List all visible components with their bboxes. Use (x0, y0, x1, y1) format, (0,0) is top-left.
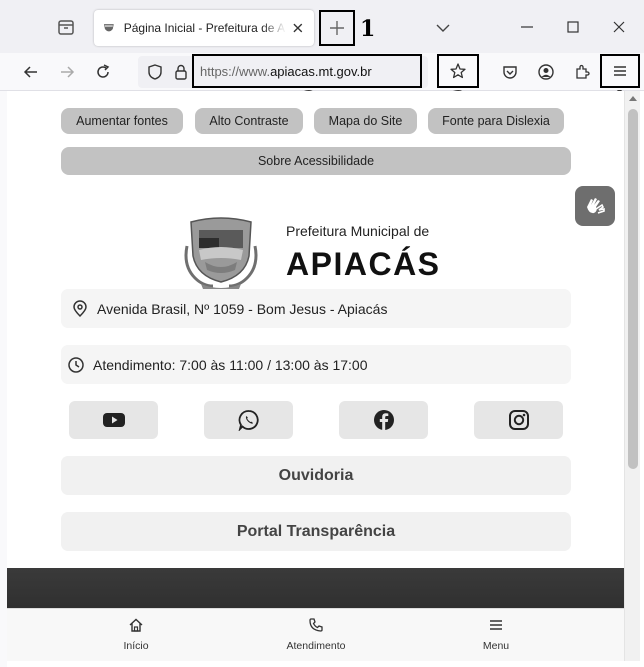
tab-title: Página Inicial - Prefeitura de Apiacás (123, 21, 287, 35)
shield-icon[interactable] (146, 63, 164, 81)
whatsapp-icon (238, 410, 259, 431)
window-frame-edge (0, 91, 7, 667)
increase-font-button[interactable]: Aumentar fontes (61, 108, 183, 134)
url-prefix: https://www. (200, 63, 271, 79)
phone-icon (309, 618, 323, 632)
url-domain: apiacas.mt.gov.br (270, 63, 372, 79)
app-menu-button[interactable] (600, 54, 640, 88)
transparency-portal-button[interactable]: Portal Transparência (61, 512, 571, 551)
instagram-button[interactable] (474, 401, 563, 439)
bottom-navigation-bar: Início Atendimento Menu (7, 608, 624, 661)
chevron-down-icon[interactable] (435, 20, 451, 36)
extensions-icon[interactable] (573, 63, 591, 81)
lock-icon[interactable] (172, 63, 190, 81)
minimize-icon[interactable] (518, 18, 536, 36)
browser-tab-active[interactable]: Página Inicial - Prefeitura de Apiacás (94, 10, 314, 46)
hours-text: Atendimento: 7:00 às 11:00 / 13:00 às 17… (93, 356, 368, 373)
org-name: APIACÁS (286, 246, 441, 282)
browser-tab-bar: Página Inicial - Prefeitura de Apiacás 1 (0, 0, 644, 53)
bottom-nav-menu-label: Menu (482, 640, 510, 652)
close-icon[interactable] (290, 20, 306, 36)
vlibras-button[interactable] (575, 186, 615, 226)
org-subtitle: Prefeitura Municipal de (286, 223, 430, 239)
ouvidoria-button[interactable]: Ouvidoria (61, 456, 571, 495)
plus-icon (330, 21, 344, 35)
url-field[interactable]: https://www. apiacas.mt.gov.br (192, 54, 422, 88)
bottom-nav-atendimento[interactable]: Atendimento (266, 617, 366, 652)
facebook-button[interactable] (339, 401, 428, 439)
address-text: Avenida Brasil, Nº 1059 - Bom Jesus - Ap… (97, 300, 388, 317)
home-icon (129, 618, 143, 632)
account-icon[interactable] (537, 63, 555, 81)
bottom-nav-home[interactable]: Início (86, 617, 186, 652)
browser-toolbar: https://www.apiacas.mt.gov.br 2 3 4 (0, 53, 644, 113)
forward-arrow-icon[interactable] (58, 63, 76, 81)
window-close-icon[interactable] (610, 18, 628, 36)
pocket-icon[interactable] (501, 63, 519, 81)
site-favicon (103, 24, 114, 32)
reload-icon[interactable] (94, 63, 112, 81)
sign-language-hands-icon (587, 198, 605, 214)
site-map-button[interactable]: Mapa do Site (314, 108, 417, 134)
scroll-up-arrow-icon[interactable] (629, 96, 637, 101)
bottom-nav-menu[interactable]: Menu (446, 617, 546, 652)
page-scrollbar[interactable] (624, 91, 640, 661)
page-viewport: Aumentar fontes Alto Contraste Mapa do S… (7, 91, 624, 661)
back-arrow-icon[interactable] (22, 63, 40, 81)
bottom-nav-home-label: Início (123, 640, 149, 652)
address-card: Avenida Brasil, Nº 1059 - Bom Jesus - Ap… (61, 289, 571, 328)
bookmark-star-button[interactable] (437, 54, 479, 88)
dyslexia-font-button[interactable]: Fonte para Dislexia (428, 108, 564, 134)
bottom-nav-atendimento-label: Atendimento (286, 640, 346, 652)
facebook-icon (373, 410, 394, 430)
new-tab-button[interactable] (319, 10, 355, 46)
youtube-button[interactable] (69, 401, 158, 439)
menu-icon (490, 620, 502, 630)
hamburger-menu-icon (614, 66, 626, 76)
location-pin-icon (73, 299, 87, 317)
clock-icon (68, 356, 84, 373)
callout-number-1: 1 (360, 16, 376, 42)
about-accessibility-button[interactable]: Sobre Acessibilidade (61, 147, 571, 175)
instagram-icon (508, 410, 529, 430)
maximize-icon[interactable] (564, 18, 582, 36)
whatsapp-button[interactable] (204, 401, 293, 439)
tab-list-icon[interactable] (56, 17, 76, 37)
star-icon (450, 63, 466, 79)
scrollbar-thumb[interactable] (628, 109, 638, 469)
municipal-coat-of-arms-logo (184, 217, 258, 292)
youtube-icon (102, 413, 125, 427)
high-contrast-button[interactable]: Alto Contraste (195, 108, 303, 134)
hours-card: Atendimento: 7:00 às 11:00 / 13:00 às 17… (61, 345, 571, 384)
